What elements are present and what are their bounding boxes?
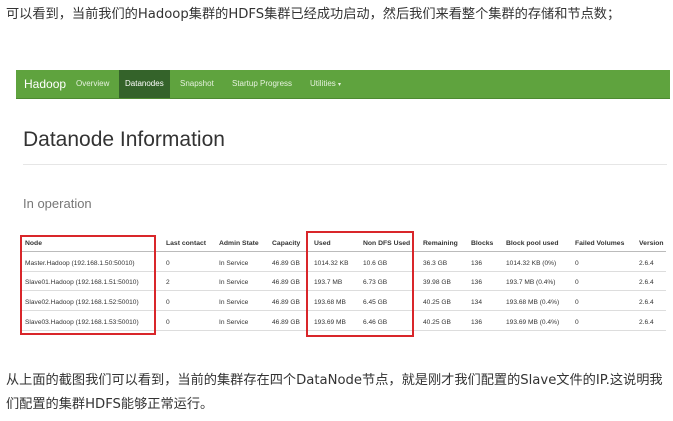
section-heading: In operation [23,196,92,211]
hadoop-web-ui-screenshot: Hadoop Overview Datanodes Snapshot Start… [16,70,670,352]
col-header-version[interactable]: Version [639,240,664,247]
cell-capacity: 46.89 GB [272,279,300,286]
nav-item-overview[interactable]: Overview [70,70,115,98]
cell-admin-state: In Service [219,279,249,286]
nav-item-datanodes[interactable]: Datanodes [119,70,170,98]
used-columns-highlight [306,231,414,337]
cell-blocks: 136 [471,279,483,286]
col-header-block-pool-used[interactable]: Block pool used [506,240,559,247]
title-divider [23,164,667,165]
cell-version: 2.6.4 [639,279,654,286]
nav-item-utilities-label: Utilities [310,79,336,88]
col-header-remaining[interactable]: Remaining [423,240,458,247]
cell-block-pool-used: 193.68 MB (0.4%) [506,299,560,306]
cell-capacity: 46.89 GB [272,319,300,326]
cell-block-pool-used: 193.7 MB (0.4%) [506,279,556,286]
intro-paragraph: 可以看到，当前我们的Hadoop集群的HDFS集群已经成功启动，然后我们来看整个… [6,7,621,22]
navbar: Hadoop Overview Datanodes Snapshot Start… [16,70,670,99]
cell-last-contact: 0 [166,260,170,267]
cell-blocks: 136 [471,260,483,267]
col-header-last-contact[interactable]: Last contact [166,240,206,247]
cell-capacity: 46.89 GB [272,299,300,306]
cell-version: 2.6.4 [639,260,654,267]
cell-last-contact: 0 [166,319,170,326]
cell-blocks: 136 [471,319,483,326]
page-title: Datanode Information [23,128,225,151]
cell-admin-state: In Service [219,260,249,267]
cell-remaining: 36.3 GB [423,260,448,267]
navbar-brand[interactable]: Hadoop [24,77,66,91]
cell-blocks: 134 [471,299,483,306]
col-header-blocks[interactable]: Blocks [471,240,493,247]
cell-failed-volumes: 0 [575,279,579,286]
cell-failed-volumes: 0 [575,319,579,326]
node-column-highlight [20,235,156,335]
cell-capacity: 46.89 GB [272,260,300,267]
cell-last-contact: 0 [166,299,170,306]
col-header-failed-volumes[interactable]: Failed Volumes [575,240,624,247]
cell-last-contact: 2 [166,279,170,286]
cell-remaining: 40.25 GB [423,319,451,326]
conclusion-paragraph: 从上面的截图我们可以看到，当前的集群存在四个DataNode节点，就是刚才我们配… [6,373,663,412]
cell-block-pool-used: 1014.32 KB (0%) [506,260,557,267]
nav-item-startup-progress[interactable]: Startup Progress [226,70,298,98]
cell-version: 2.6.4 [639,319,654,326]
nav-item-utilities[interactable]: Utilities ▾ [304,70,347,98]
cell-version: 2.6.4 [639,299,654,306]
cell-failed-volumes: 0 [575,299,579,306]
cell-remaining: 40.25 GB [423,299,451,306]
cell-admin-state: In Service [219,319,249,326]
nav-item-snapshot[interactable]: Snapshot [174,70,220,98]
cell-failed-volumes: 0 [575,260,579,267]
cell-remaining: 39.98 GB [423,279,451,286]
col-header-admin-state[interactable]: Admin State [219,240,259,247]
cell-admin-state: In Service [219,299,249,306]
col-header-capacity[interactable]: Capacity [272,240,300,247]
cell-block-pool-used: 193.69 MB (0.4%) [506,319,560,326]
caret-down-icon: ▾ [338,82,342,88]
